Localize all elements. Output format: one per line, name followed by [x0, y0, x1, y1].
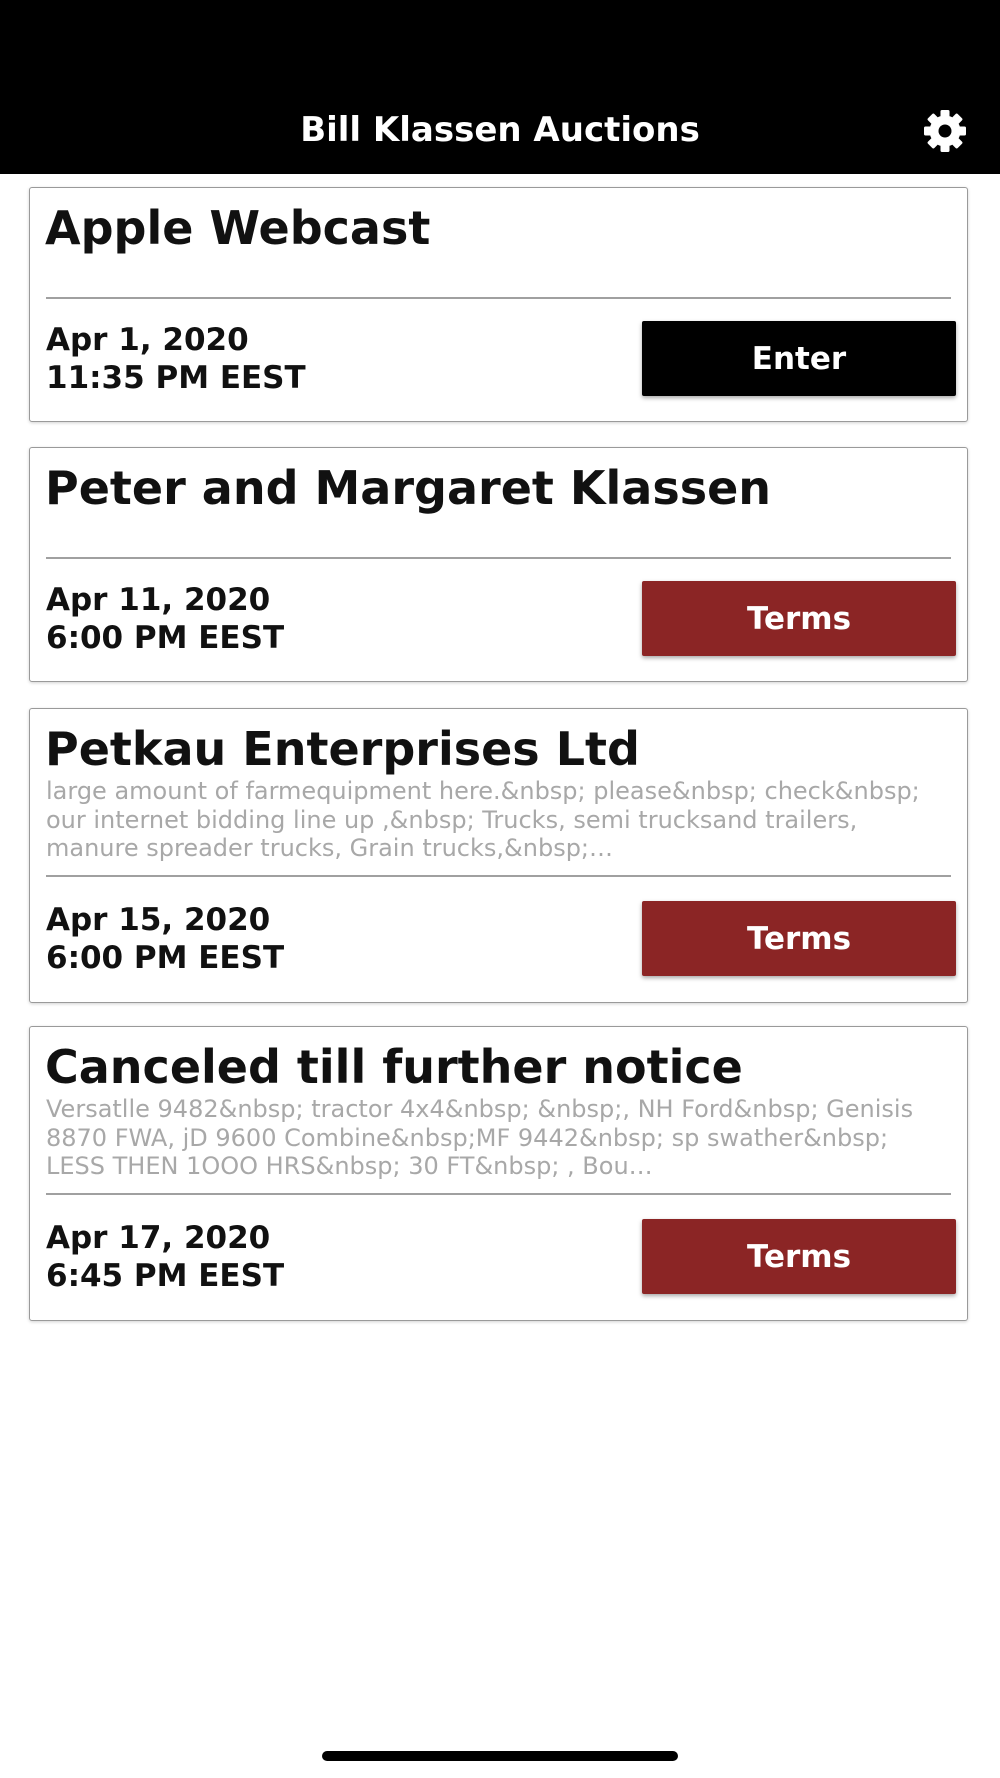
terms-button[interactable]: Terms	[642, 581, 956, 656]
card-divider	[46, 875, 951, 877]
home-indicator[interactable]	[322, 1751, 678, 1761]
auction-time: 6:00 PM EEST	[46, 940, 285, 976]
auction-card[interactable]: Petkau Enterprises Ltd large amount of f…	[29, 708, 968, 1003]
terms-button[interactable]: Terms	[642, 1219, 956, 1294]
auction-title: Canceled till further notice	[45, 1040, 743, 1094]
card-divider	[46, 297, 951, 299]
auction-card[interactable]: Canceled till further notice Versatlle 9…	[29, 1026, 968, 1321]
gear-icon[interactable]	[918, 108, 972, 154]
auction-card[interactable]: Peter and Margaret Klassen Apr 11, 2020 …	[29, 447, 968, 682]
auction-time: 6:00 PM EEST	[46, 620, 285, 656]
auction-time: 11:35 PM EEST	[46, 360, 306, 396]
auction-time: 6:45 PM EEST	[46, 1258, 285, 1294]
auction-title: Apple Webcast	[45, 201, 431, 255]
card-divider	[46, 557, 951, 559]
auction-description: Versatlle 9482&nbsp; tractor 4x4&nbsp; &…	[46, 1095, 914, 1180]
terms-button[interactable]: Terms	[642, 901, 956, 976]
app-title: Bill Klassen Auctions	[300, 110, 700, 150]
gear-icon-svg	[924, 110, 966, 152]
auction-date: Apr 11, 2020	[46, 582, 271, 618]
enter-button[interactable]: Enter	[642, 321, 956, 396]
auction-title: Petkau Enterprises Ltd	[45, 722, 640, 776]
card-divider	[46, 1193, 951, 1195]
auction-title: Peter and Margaret Klassen	[45, 461, 772, 515]
app-header: Bill Klassen Auctions	[0, 0, 1000, 174]
auction-card[interactable]: Apple Webcast Apr 1, 2020 11:35 PM EEST …	[29, 187, 968, 422]
auction-date: Apr 15, 2020	[46, 902, 271, 938]
auction-description: large amount of farmequipment here.&nbsp…	[46, 777, 920, 862]
auction-date: Apr 1, 2020	[46, 322, 249, 358]
auction-date: Apr 17, 2020	[46, 1220, 271, 1256]
